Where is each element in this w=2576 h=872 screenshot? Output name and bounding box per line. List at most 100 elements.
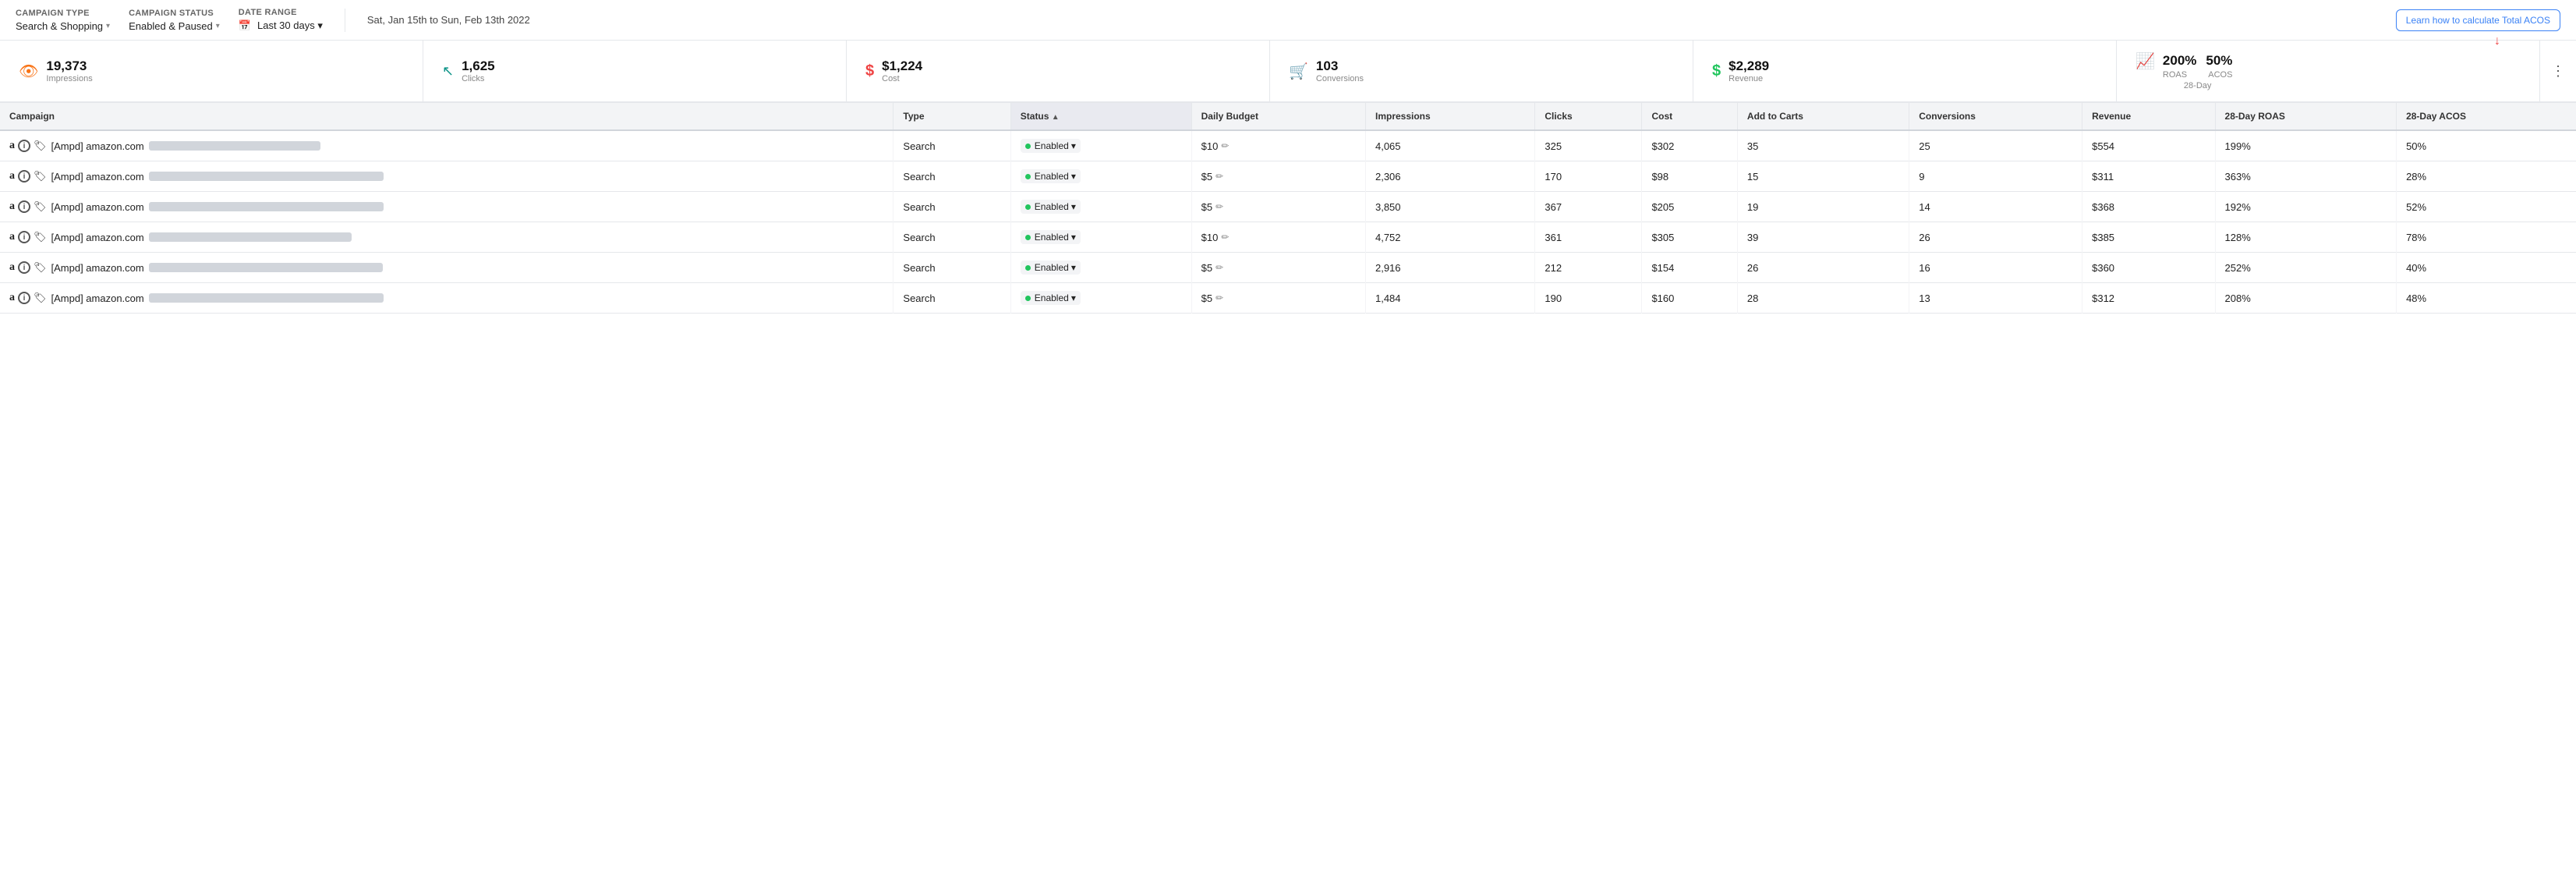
- info-icon: i: [18, 292, 30, 304]
- budget-value: $5: [1201, 201, 1212, 213]
- revenue-cell: $368: [2082, 192, 2215, 222]
- campaign-icons: a i 🏷: [9, 170, 47, 183]
- revenue-cell: $554: [2082, 130, 2215, 161]
- date-range-value[interactable]: Last 30 days ▾: [257, 19, 323, 32]
- status-caret: ▾: [1071, 140, 1076, 151]
- campaign-icons: a i 🏷: [9, 261, 47, 274]
- budget-value: $5: [1201, 171, 1212, 183]
- dollar-icon: $: [865, 62, 874, 80]
- clicks-value: 1,625: [462, 58, 495, 74]
- campaign-cell: a i 🏷 [Ampd] amazon.com: [0, 130, 893, 161]
- campaign-blurred-text: [149, 232, 352, 242]
- edit-icon[interactable]: ✏: [1215, 171, 1223, 182]
- budget-cell: $5✏: [1191, 192, 1365, 222]
- revenue-label: Revenue: [1729, 74, 1769, 83]
- date-range-group: 📅 Last 30 days ▾: [239, 19, 323, 32]
- campaign-icons: a i 🏷: [9, 200, 47, 213]
- edit-icon[interactable]: ✏: [1221, 232, 1229, 243]
- status-cell: Enabled ▾: [1010, 283, 1191, 314]
- impressions-cell: 2,916: [1365, 253, 1534, 283]
- info-icon: i: [18, 261, 30, 274]
- tag-icon: 🏷: [34, 170, 47, 183]
- campaign-icons: a i 🏷: [9, 231, 47, 243]
- campaign-cell: a i 🏷 [Ampd] amazon.com: [0, 192, 893, 222]
- cost-cell: $305: [1642, 222, 1737, 253]
- campaign-name-label: [Ampd] amazon.com: [51, 201, 144, 213]
- status-dropdown[interactable]: Enabled ▾: [1021, 261, 1081, 275]
- clicks-cell: 212: [1535, 253, 1642, 283]
- status-cell: Enabled ▾: [1010, 253, 1191, 283]
- roas28-cell: 363%: [2215, 161, 2397, 192]
- date-range-label: Date Range: [239, 8, 323, 17]
- status-dropdown[interactable]: Enabled ▾: [1021, 291, 1081, 305]
- metric-roas-acos: 📈 ↓ 200% 50% ROAS ACOS 28-Day: [2117, 41, 2540, 101]
- campaign-cell: a i 🏷 [Ampd] amazon.com: [0, 161, 893, 192]
- add-to-carts-cell: 15: [1737, 161, 1909, 192]
- cost-cell: $302: [1642, 130, 1737, 161]
- cost-label: Cost: [882, 74, 922, 83]
- edit-icon[interactable]: ✏: [1215, 292, 1223, 303]
- status-cell: Enabled ▾: [1010, 222, 1191, 253]
- roas28-cell: 252%: [2215, 253, 2397, 283]
- add-to-carts-cell: 35: [1737, 130, 1909, 161]
- status-cell: Enabled ▾: [1010, 192, 1191, 222]
- campaign-name-label: [Ampd] amazon.com: [51, 140, 144, 152]
- campaign-icons: a i 🏷: [9, 140, 47, 152]
- amazon-icon: a: [9, 292, 15, 304]
- col-clicks: Clicks: [1535, 103, 1642, 130]
- more-options-button[interactable]: ⋮: [2540, 41, 2576, 101]
- status-dropdown[interactable]: Enabled ▾: [1021, 200, 1081, 214]
- status-caret: ▾: [1071, 232, 1076, 243]
- edit-icon[interactable]: ✏: [1221, 140, 1229, 151]
- cursor-icon: ↖: [442, 63, 454, 80]
- status-cell: Enabled ▾: [1010, 130, 1191, 161]
- conversions-value: 103: [1316, 58, 1364, 74]
- campaign-type-label: Campaign Type: [16, 9, 110, 18]
- col-status[interactable]: Status ▲: [1010, 103, 1191, 130]
- campaign-status-label: Campaign Status: [129, 9, 220, 18]
- tag-icon: 🏷: [34, 261, 47, 274]
- impressions-value: 19,373: [46, 58, 92, 74]
- acos28-cell: 28%: [2397, 161, 2576, 192]
- col-conversions: Conversions: [1909, 103, 2082, 130]
- status-dropdown[interactable]: Enabled ▾: [1021, 139, 1081, 153]
- campaign-name-label: [Ampd] amazon.com: [51, 232, 144, 243]
- status-caret: ▾: [1071, 292, 1076, 303]
- edit-icon[interactable]: ✏: [1215, 262, 1223, 273]
- col-daily-budget: Daily Budget: [1191, 103, 1365, 130]
- col-impressions: Impressions: [1365, 103, 1534, 130]
- revenue-dollar-icon: $: [1712, 62, 1721, 80]
- campaigns-table: Campaign Type Status ▲ Daily Budget Impr…: [0, 103, 2576, 314]
- date-range-caret: ▾: [317, 19, 323, 31]
- impressions-label: Impressions: [46, 74, 92, 83]
- campaign-type-value[interactable]: Search & Shopping ▾: [16, 20, 110, 32]
- campaign-blurred-text: [149, 141, 320, 151]
- metric-clicks: ↖ 1,625 Clicks: [423, 41, 847, 101]
- campaign-status-caret: ▾: [216, 22, 220, 30]
- impressions-cell: 3,850: [1365, 192, 1534, 222]
- campaign-cell: a i 🏷 [Ampd] amazon.com: [0, 222, 893, 253]
- cost-cell: $98: [1642, 161, 1737, 192]
- table-row: a i 🏷 [Ampd] amazon.com SearchEnabled ▾$…: [0, 192, 2576, 222]
- status-dot: [1025, 296, 1031, 301]
- status-dropdown[interactable]: Enabled ▾: [1021, 169, 1081, 183]
- status-caret: ▾: [1071, 201, 1076, 212]
- edit-icon[interactable]: ✏: [1215, 201, 1223, 212]
- budget-value: $10: [1201, 232, 1219, 243]
- tag-icon: 🏷: [34, 200, 47, 213]
- clicks-cell: 361: [1535, 222, 1642, 253]
- type-cell: Search: [893, 222, 1010, 253]
- status-dropdown[interactable]: Enabled ▾: [1021, 230, 1081, 244]
- table-row: a i 🏷 [Ampd] amazon.com SearchEnabled ▾$…: [0, 253, 2576, 283]
- learn-acos-button[interactable]: Learn how to calculate Total ACOS: [2396, 9, 2560, 31]
- type-cell: Search: [893, 253, 1010, 283]
- metric-revenue: $ $2,289 Revenue: [1693, 41, 2117, 101]
- roas28-cell: 208%: [2215, 283, 2397, 314]
- calendar-icon: 📅: [239, 19, 251, 32]
- revenue-cell: $312: [2082, 283, 2215, 314]
- tag-icon: 🏷: [34, 231, 47, 243]
- campaign-status-value[interactable]: Enabled & Paused ▾: [129, 20, 220, 32]
- table-row: a i 🏷 [Ampd] amazon.com Search Enabled ▾ $…: [0, 222, 2576, 253]
- impressions-cell: 2,306: [1365, 161, 1534, 192]
- acos28-cell: 48%: [2397, 283, 2576, 314]
